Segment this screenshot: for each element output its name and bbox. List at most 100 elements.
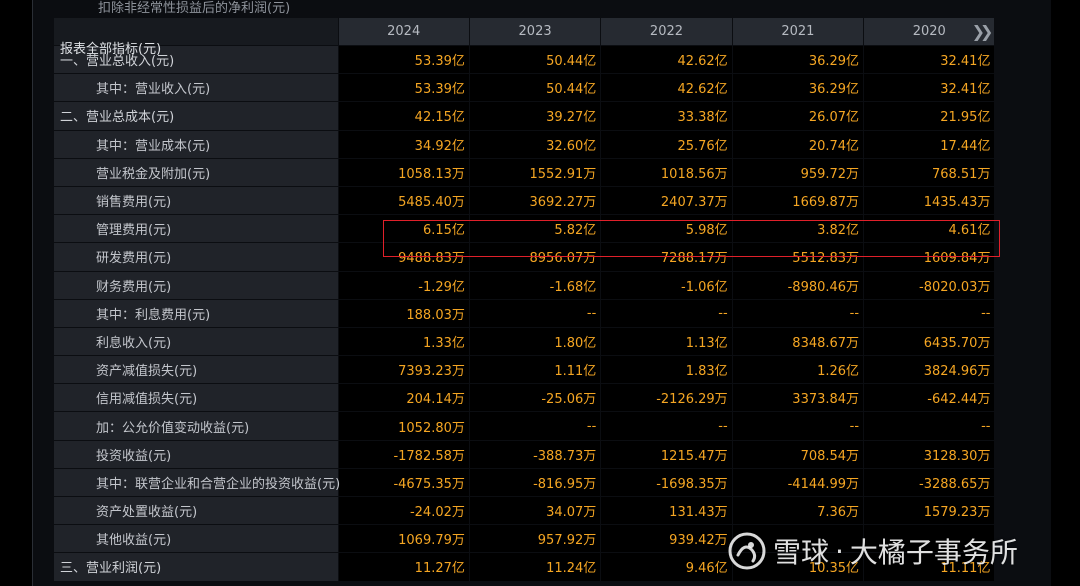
row-label: 其中：联营企业和合营企业的投资收益(元) [54, 468, 340, 498]
table-row[interactable]: 投资收益(元) -1782.58万 -388.73万 1215.47万 708.54万 3… [54, 440, 996, 469]
table-row[interactable]: 营业税金及附加(元) 1058.13万 1552.91万 1018.56万 959.72… [54, 158, 996, 187]
value-cell: 1.26亿 [732, 355, 865, 385]
value-cell: 1.11亿 [469, 355, 602, 385]
value-cell: 7.36万 [732, 496, 865, 526]
value-cell: -- [469, 299, 602, 328]
value-cell: -4144.99万 [732, 468, 865, 498]
table-row[interactable]: 一、营业总收入(元) 53.39亿 50.44亿 42.62亿 36.29亿 32.41亿 [54, 45, 996, 75]
row-label: 其中：营业收入(元) [54, 73, 339, 103]
row-label: 管理费用(元) [54, 214, 339, 244]
value-cell: -24.02万 [338, 496, 470, 526]
year-header-row: 报表全部指标(元) 2024 2023 2022 2021 2020 ❯❯ [54, 18, 996, 57]
value-cell: 5.82亿 [469, 214, 602, 244]
table-row[interactable]: 销售费用(元) 5485.40万 3692.27万 2407.37万 1669.87万 1… [54, 186, 996, 216]
value-cell: -8020.03万 [863, 271, 996, 300]
value-cell: 768.51万 [863, 158, 996, 187]
value-cell: 1435.43万 [863, 186, 996, 216]
table-row[interactable]: 二、营业总成本(元) 42.15亿 39.27亿 33.38亿 26.07亿 21.95亿 [54, 101, 996, 131]
value-cell: -1782.58万 [338, 440, 470, 469]
value-cell: 53.39亿 [338, 73, 470, 103]
value-cell: -1698.35万 [600, 468, 733, 498]
value-cell: -3288.65万 [863, 468, 996, 498]
value-cell: 3.82亿 [732, 214, 865, 244]
table-row[interactable]: 其中：营业成本(元) 34.92亿 32.60亿 25.76亿 20.74亿 17.44亿 [54, 130, 996, 159]
table-row[interactable]: 资产减值损失(元) 7393.23万 1.11亿 1.83亿 1.26亿 3824.96万 [54, 355, 996, 385]
value-cell: 3373.84万 [732, 383, 865, 413]
row-label: 投资收益(元) [54, 440, 339, 469]
value-cell: -1.29亿 [338, 271, 470, 300]
value-cell: 1.13亿 [600, 327, 733, 357]
value-cell: 1215.47万 [600, 440, 733, 469]
row-label: 营业税金及附加(元) [54, 158, 339, 187]
row-label: 其中：营业成本(元) [54, 130, 339, 159]
value-cell: -- [732, 411, 865, 441]
xueqiu-logo-icon [728, 532, 766, 570]
value-cell: 939.42万 [600, 524, 733, 554]
table-row[interactable]: 加：公允价值变动收益(元) 1052.80万 -- -- -- -- [54, 411, 996, 441]
table-row[interactable]: 其中：营业收入(元) 53.39亿 50.44亿 42.62亿 36.29亿 32.41亿 [54, 73, 996, 103]
row-label: 信用减值损失(元) [54, 383, 339, 413]
row-label: 资产处置收益(元) [54, 496, 339, 526]
value-cell: 1.83亿 [600, 355, 733, 385]
table-row[interactable]: 财务费用(元) -1.29亿 -1.68亿 -1.06亿 -8980.46万 -8020.… [54, 271, 996, 300]
value-cell: 959.72万 [732, 158, 865, 187]
value-cell: 34.92亿 [338, 130, 470, 159]
table-row[interactable]: 利息收入(元) 1.33亿 1.80亿 1.13亿 8348.67万 6435.70万 [54, 327, 996, 357]
value-cell: -4675.35万 [338, 468, 470, 498]
value-cell: 11.27亿 [338, 552, 470, 582]
value-cell: 7393.23万 [338, 355, 470, 385]
value-cell: 8348.67万 [732, 327, 865, 357]
value-cell: -2126.29万 [600, 383, 733, 413]
value-cell: 9488.83万 [338, 242, 470, 272]
value-cell: -- [732, 299, 865, 328]
value-cell: 708.54万 [732, 440, 865, 469]
row-label: 二、营业总成本(元) [54, 101, 339, 131]
value-cell: 1579.23万 [863, 496, 996, 526]
value-cell: -- [600, 299, 733, 328]
value-cell: 42.62亿 [600, 45, 733, 75]
header-label-cell: 报表全部指标(元) [54, 18, 339, 57]
value-cell: 39.27亿 [469, 101, 602, 131]
table-row[interactable]: 其中：利息费用(元) 188.03万 -- -- -- -- [54, 299, 996, 328]
row-label: 加：公允价值变动收益(元) [54, 411, 339, 441]
value-cell: 2407.37万 [600, 186, 733, 216]
value-cell: -- [469, 411, 602, 441]
value-cell: 4.61亿 [863, 214, 996, 244]
year-column-header[interactable]: 2024 [338, 18, 470, 46]
value-cell: 8956.07万 [469, 242, 602, 272]
value-cell: 1058.13万 [338, 158, 470, 187]
value-cell: 50.44亿 [469, 45, 602, 75]
year-column-header[interactable]: 2022 [600, 18, 733, 46]
value-cell: -642.44万 [863, 383, 996, 413]
value-cell: 21.95亿 [863, 101, 996, 131]
year-column-header[interactable]: 2021 [732, 18, 865, 46]
row-label: 其中：利息费用(元) [54, 299, 339, 328]
value-cell: 5512.83万 [732, 242, 865, 272]
value-cell: 42.15亿 [338, 101, 470, 131]
value-cell: 32.60亿 [469, 130, 602, 159]
value-cell: -25.06万 [469, 383, 602, 413]
value-cell: -816.95万 [469, 468, 602, 498]
value-cell: 6.15亿 [338, 214, 470, 244]
year-column-header[interactable]: 2023 [469, 18, 602, 46]
year-column-header[interactable]: 2020 ❯❯ [863, 18, 996, 46]
table-row[interactable]: 研发费用(元) 9488.83万 8956.07万 7288.17万 5512.83万 1… [54, 242, 996, 272]
value-cell: 11.24亿 [469, 552, 602, 582]
value-cell: 1018.56万 [600, 158, 733, 187]
table-row[interactable]: 管理费用(元) 6.15亿 5.82亿 5.98亿 3.82亿 4.61亿 [54, 214, 996, 244]
value-cell: 1669.87万 [732, 186, 865, 216]
row-label: 利息收入(元) [54, 327, 339, 357]
watermark-separator: · [835, 534, 844, 568]
table-row[interactable]: 其中：联营企业和合营企业的投资收益(元) -4675.35万 -816.95万 -16… [54, 468, 996, 498]
table-row[interactable]: 信用减值损失(元) 204.14万 -25.06万 -2126.29万 3373.84万… [54, 383, 996, 413]
row-label: 研发费用(元) [54, 242, 339, 272]
double-chevron-right-icon[interactable]: ❯❯ [972, 22, 994, 41]
value-cell: 1.33亿 [338, 327, 470, 357]
value-cell: 1052.80万 [338, 411, 470, 441]
value-cell: 7288.17万 [600, 242, 733, 272]
value-cell: 5485.40万 [338, 186, 470, 216]
table-row[interactable]: 资产处置收益(元) -24.02万 34.07万 131.43万 7.36万 1579.2… [54, 496, 996, 526]
value-cell: 25.76亿 [600, 130, 733, 159]
value-cell: 188.03万 [338, 299, 470, 328]
value-cell: 53.39亿 [338, 45, 470, 75]
